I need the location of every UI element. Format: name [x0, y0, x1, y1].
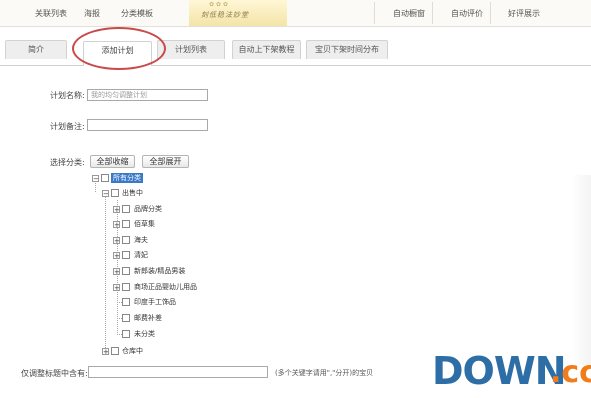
tree-node-label[interactable]: 佰草集	[134, 219, 155, 229]
page-edge-shadow	[571, 175, 591, 365]
nav-link-good-reviews[interactable]: 好评展示	[508, 8, 540, 19]
nav-link-auto-review[interactable]: 自动评价	[451, 8, 483, 19]
tree-line	[105, 197, 106, 352]
expand-all-button[interactable]: 全部展开	[142, 155, 189, 168]
nav-link-auto-window[interactable]: 自动橱窗	[393, 8, 425, 19]
checkbox[interactable]	[122, 298, 130, 306]
checkbox[interactable]	[122, 330, 130, 338]
checkbox[interactable]	[122, 267, 130, 275]
collapse-icon[interactable]: −	[92, 175, 99, 183]
keyword-input[interactable]	[88, 366, 268, 378]
expand-icon[interactable]: +	[102, 348, 109, 356]
nav-divider	[374, 2, 375, 24]
expand-icon[interactable]: +	[113, 268, 120, 276]
expand-icon[interactable]: +	[113, 237, 120, 245]
watermark-logo: DOWN .cc	[432, 349, 591, 393]
banner-text: 刻低稳法妙堂	[201, 11, 249, 19]
tree-node-label[interactable]: 所有分类	[111, 173, 143, 183]
highlight-circle	[72, 27, 166, 70]
nav-link-association-list[interactable]: 关联列表	[35, 8, 67, 19]
tree-node-label[interactable]: 未分类	[134, 329, 155, 339]
collapse-all-button[interactable]: 全部收缩	[90, 155, 135, 168]
category-label: 选择分类:	[50, 158, 85, 167]
checkbox[interactable]	[101, 174, 109, 182]
tab-delisting-time-distribution[interactable]: 宝贝下架时间分布	[306, 40, 388, 59]
nav-divider	[490, 2, 491, 24]
keyword-hint: (多个关键字请用","分开)的宝贝	[275, 369, 374, 377]
plan-note-input[interactable]	[87, 119, 208, 131]
tree-node-label[interactable]: 海夫	[134, 235, 148, 245]
checkbox[interactable]	[122, 251, 130, 259]
tree-node-label[interactable]: 印度手工饰品	[134, 297, 176, 307]
checkbox[interactable]	[122, 314, 130, 322]
banner-decoration: ✿ ✿ ✿	[209, 1, 228, 8]
checkbox[interactable]	[122, 220, 130, 228]
checkbox[interactable]	[122, 236, 130, 244]
checkbox[interactable]	[111, 347, 119, 355]
expand-icon[interactable]: +	[113, 284, 120, 292]
checkbox[interactable]	[122, 205, 130, 213]
tree-node-label[interactable]: 出售中	[122, 188, 143, 198]
plan-name-input[interactable]: 我的均匀调整计划	[87, 89, 208, 101]
tree-node-label[interactable]: 新郎装/精品男装	[134, 266, 185, 276]
expand-icon[interactable]: +	[113, 206, 120, 214]
tab-auto-listing-tutorial[interactable]: 自动上下架教程	[232, 40, 301, 59]
checkbox[interactable]	[111, 189, 119, 197]
plan-name-label: 计划名称:	[50, 91, 85, 100]
top-navigation: 关联列表 海报 分类模板 ✿ ✿ ✿ 刻低稳法妙堂 自动橱窗 自动评价 好评展示	[0, 0, 591, 27]
collapse-icon[interactable]: −	[102, 190, 109, 198]
tree-node-label[interactable]: 商场正品婴幼儿用品	[134, 282, 197, 292]
tree-line	[95, 183, 96, 192]
keyword-label: 仅调整标题中含有:	[21, 369, 88, 378]
expand-icon[interactable]: +	[113, 221, 120, 229]
promo-banner: ✿ ✿ ✿ 刻低稳法妙堂	[189, 0, 287, 26]
nav-link-category-template[interactable]: 分类模板	[121, 8, 153, 19]
tab-intro[interactable]: 简介	[5, 40, 67, 59]
watermark-main: DOWN	[432, 349, 567, 393]
tree-node-label[interactable]: 品牌分类	[134, 204, 162, 214]
watermark-suffix: .cc	[550, 355, 591, 390]
tree-node-label[interactable]: 邮费补差	[134, 313, 162, 323]
tree-node-label[interactable]: 清妃	[134, 250, 148, 260]
nav-divider	[432, 2, 433, 24]
nav-link-poster[interactable]: 海报	[84, 8, 100, 19]
expand-icon[interactable]: +	[113, 252, 120, 260]
plan-note-label: 计划备注:	[50, 122, 85, 131]
tab-plan-list[interactable]: 计划列表	[157, 40, 225, 59]
checkbox[interactable]	[122, 283, 130, 291]
tree-node-label[interactable]: 仓库中	[122, 346, 143, 356]
